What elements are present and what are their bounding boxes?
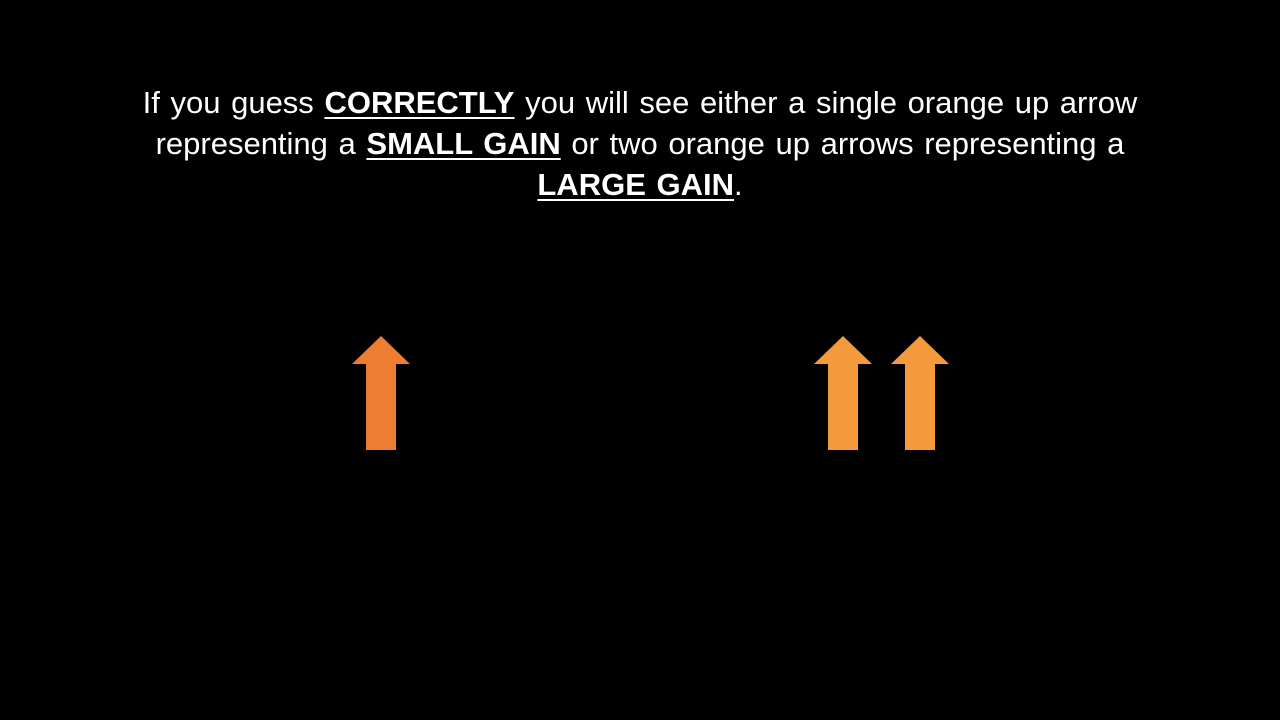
small-gain-arrow-icon bbox=[352, 336, 410, 450]
emphasis-correctly: CORRECTLY bbox=[324, 85, 515, 120]
emphasis-small-gain: SMALL GAIN bbox=[366, 126, 561, 161]
large-gain-arrow-1-icon bbox=[814, 336, 872, 450]
emphasis-large-gain: LARGE GAIN bbox=[537, 167, 734, 202]
instruction-text-3: or two orange up arrows representing a bbox=[560, 126, 1125, 161]
instruction-text-4: . bbox=[734, 167, 743, 202]
instruction-text: If you guess CORRECTLY you will see eith… bbox=[100, 82, 1180, 205]
slide: If you guess CORRECTLY you will see eith… bbox=[0, 0, 1280, 720]
large-gain-arrow-2-icon bbox=[891, 336, 949, 450]
instruction-text-1: If you guess bbox=[142, 85, 325, 120]
